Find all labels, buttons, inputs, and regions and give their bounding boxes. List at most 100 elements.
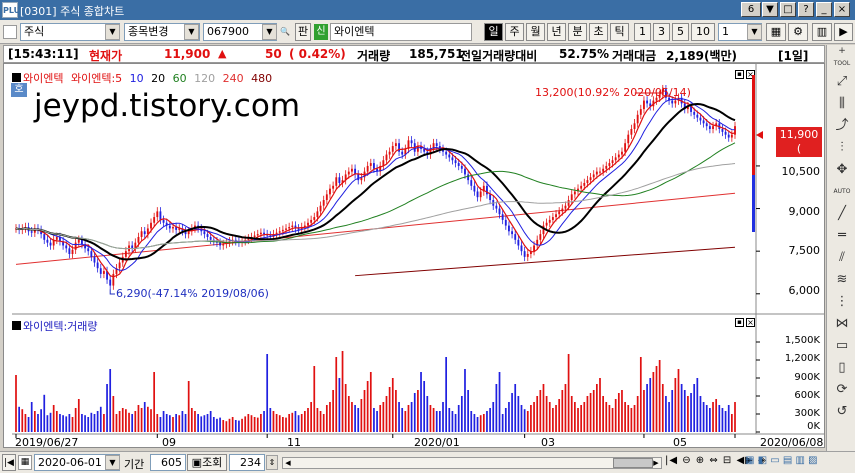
volume-bar: [206, 414, 209, 432]
volume-bar: [561, 390, 564, 432]
volume-bar: [508, 402, 510, 432]
tool-icons[interactable]: ▦ ◧ ▭ ▤ ▥ ▨: [745, 455, 818, 466]
legend-square-icon: [12, 321, 21, 330]
tool-plus-icon[interactable]: + TOOL: [831, 45, 853, 67]
volume-tick-1200k: 1,200K: [784, 353, 820, 364]
volume-bar: [570, 396, 573, 432]
volume-bar: [636, 396, 639, 432]
horizontal-line-icon[interactable]: ═: [831, 227, 853, 247]
volume-bar: [109, 369, 112, 432]
volume-bar: [131, 414, 134, 432]
volume-bar: [143, 402, 146, 432]
channel-icon[interactable]: ⫽: [831, 249, 853, 269]
volume-bar: [699, 396, 702, 432]
candle-body: [592, 174, 595, 178]
fibonacci-icon[interactable]: ⋮: [831, 293, 853, 313]
candle-body: [473, 185, 476, 192]
volume-bar: [77, 399, 80, 432]
text-tool-icon[interactable]: ▭: [831, 337, 853, 357]
volume-bar: [696, 378, 699, 432]
spin-icon[interactable]: ⇕: [266, 455, 278, 470]
volume-bar: [542, 384, 545, 432]
volume-bar: [140, 408, 143, 432]
candle-body: [630, 128, 633, 135]
candle-body: [708, 126, 711, 129]
volume-bar: [27, 417, 30, 432]
volume-bar: [473, 414, 476, 432]
volume-bar: [639, 357, 642, 432]
scrollbar-track[interactable]: ◀ ▶: [282, 457, 662, 469]
volume-bar: [228, 418, 231, 432]
volume-bar: [344, 384, 347, 432]
candle-body: [275, 232, 278, 235]
auto-tool-icon[interactable]: AUTO: [831, 183, 853, 203]
scroll-left-icon[interactable]: ◀: [283, 458, 293, 468]
cross-tool-icon[interactable]: ✥: [831, 161, 853, 181]
current-price-pointer: [756, 131, 763, 139]
volume-bar: [599, 378, 601, 432]
low-annotation: 6,290(-47.14% 2019/08/06): [116, 287, 269, 300]
volume-bar: [665, 396, 667, 432]
period-count-input[interactable]: 605: [150, 454, 186, 471]
candle-body: [347, 171, 350, 175]
period-label: 기간: [124, 458, 145, 471]
candle-body: [721, 128, 724, 132]
volume-bar: [168, 415, 171, 432]
undo-icon[interactable]: ↺: [831, 403, 853, 423]
scroll-first-icon[interactable]: |◀: [2, 454, 16, 471]
volume-bar: [448, 408, 451, 432]
volume-bar: [81, 414, 83, 432]
candle-body: [646, 100, 649, 104]
pane-close-icon[interactable]: ×: [746, 318, 755, 327]
volume-bar: [724, 411, 727, 432]
rotate-icon[interactable]: ⟳: [831, 381, 853, 401]
box-tool-icon[interactable]: ▯: [831, 359, 853, 379]
volume-bar: [693, 384, 696, 432]
x-tick-2020-06-08: 2020/06/08: [760, 436, 824, 449]
volume-bar: [209, 411, 212, 432]
volume-bar: [709, 408, 711, 432]
candle-body: [410, 140, 413, 144]
volume-bar: [687, 396, 689, 432]
chevron-down-icon[interactable]: ▼: [105, 455, 120, 470]
trend-line-icon[interactable]: ╱: [831, 205, 853, 225]
calendar-icon[interactable]: ▦: [18, 455, 32, 470]
scroll-right-icon[interactable]: ▶: [651, 458, 661, 468]
bar-tool-icon[interactable]: ⫼: [831, 95, 853, 115]
volume-bar: [435, 411, 438, 432]
candle-body: [633, 123, 636, 129]
volume-bar: [156, 414, 159, 432]
candle-body: [80, 239, 83, 245]
candle-body: [595, 171, 598, 175]
volume-bar: [366, 381, 369, 432]
candle-body: [388, 151, 391, 155]
candle-body: [501, 214, 504, 220]
query-button[interactable]: ▣조회: [187, 454, 227, 471]
scrollbar-thumb[interactable]: [613, 458, 653, 468]
volume-bars: [15, 351, 736, 432]
candle-body: [517, 239, 520, 246]
pane-maximize-icon[interactable]: ▪: [735, 318, 744, 327]
candle-body: [30, 231, 33, 233]
candle-body: [671, 100, 674, 104]
candle-body: [599, 171, 601, 173]
price-tool-icon[interactable]: ⤴: [831, 117, 853, 137]
candle-body: [68, 248, 71, 255]
up-range-bar: [752, 75, 755, 175]
candle-body: [558, 211, 561, 215]
candle-body: [489, 194, 492, 201]
current-price-marker: 11,900 ( 0.42%): [776, 127, 822, 169]
volume-bar: [275, 414, 278, 432]
volume-bar: [413, 393, 416, 432]
line-tool-icon[interactable]: ⤢: [831, 73, 853, 93]
candle-body: [460, 165, 463, 169]
candle-body: [526, 254, 529, 257]
volume-bar: [59, 414, 61, 432]
display-count-input[interactable]: 234: [229, 454, 265, 471]
pattern-icon[interactable]: ⋈: [831, 315, 853, 335]
candle-body: [696, 114, 699, 118]
fan-icon[interactable]: ≋: [831, 271, 853, 291]
candle-body: [476, 191, 479, 198]
volume-tool-icon[interactable]: ⫶: [831, 139, 853, 159]
volume-bar: [90, 412, 93, 432]
